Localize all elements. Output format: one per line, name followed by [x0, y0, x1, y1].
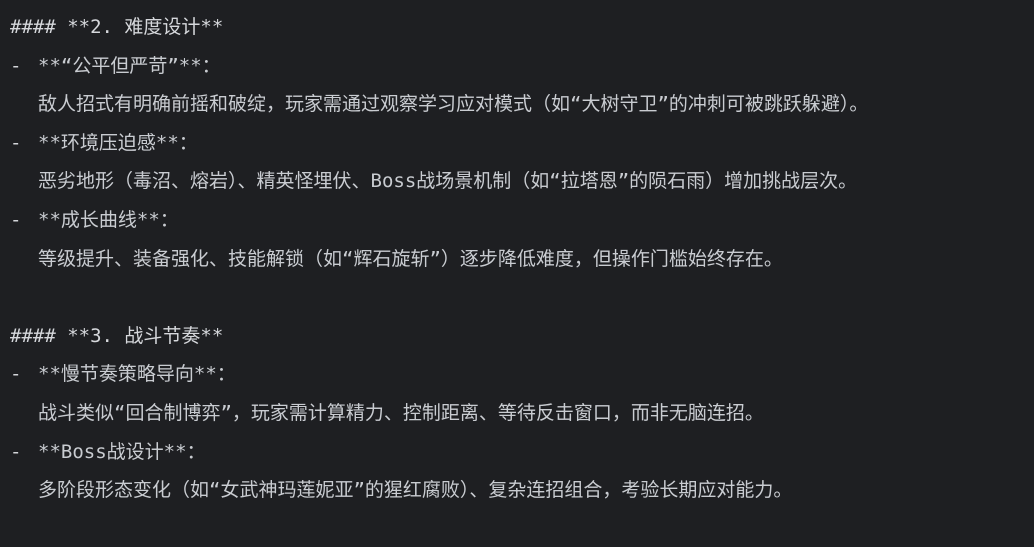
bullet-body: 多阶段形态变化（如“女武神玛莲妮亚”的猩红腐败）、复杂连招组合，考验长期应对能力…: [38, 479, 793, 502]
bullet-item-environment-pressure: - **环境压迫感**：: [10, 124, 1034, 163]
bullet-body: 等级提升、装备强化、技能解锁（如“辉石旋斩”）逐步降低难度，但操作门槛始终存在。: [38, 247, 783, 270]
bullet-dash: -: [10, 208, 22, 231]
bullet-title: **成长曲线**：: [38, 208, 179, 231]
bullet-item-boss-design: - **Boss战设计**：: [10, 433, 1034, 472]
bullet-body: 战斗类似“回合制博弈”，玩家需计算精力、控制距离、等待反击窗口，而非无脑连招。: [38, 401, 764, 424]
bullet-dash: -: [10, 131, 22, 154]
bullet-title: **Boss战设计**：: [38, 440, 206, 463]
section-3-heading: #### **3. 战斗节奏**: [10, 324, 224, 347]
bullet-title: **环境压迫感**：: [38, 131, 198, 154]
section-2-heading: #### **2. 难度设计**: [10, 16, 224, 38]
bullet-dash: -: [10, 440, 22, 463]
bullet-dash: -: [10, 54, 22, 77]
bullet-title: **慢节奏策略导向**：: [38, 363, 236, 386]
bullet-dash: -: [10, 363, 22, 386]
bullet-title: **“公平但严苛”**：: [38, 54, 221, 77]
markdown-editor[interactable]: #### **2. 难度设计** - **“公平但严苛”**： 敌人招式有明确前摇…: [0, 0, 1034, 547]
bullet-body: 恶劣地形（毒沼、熔岩）、精英怪埋伏、Boss战场景机制（如“拉塔恩”的陨石雨）增…: [38, 170, 858, 193]
bullet-body: 敌人招式有明确前摇和破绽，玩家需通过观察学习应对模式（如“大树守卫”的冲刺可被跳…: [38, 93, 869, 116]
bullet-item-fair-but-harsh: - **“公平但严苛”**：: [10, 47, 1034, 86]
bullet-item-slow-pace: - **慢节奏策略导向**：: [10, 355, 1034, 394]
bullet-item-growth-curve: - **成长曲线**：: [10, 201, 1034, 240]
